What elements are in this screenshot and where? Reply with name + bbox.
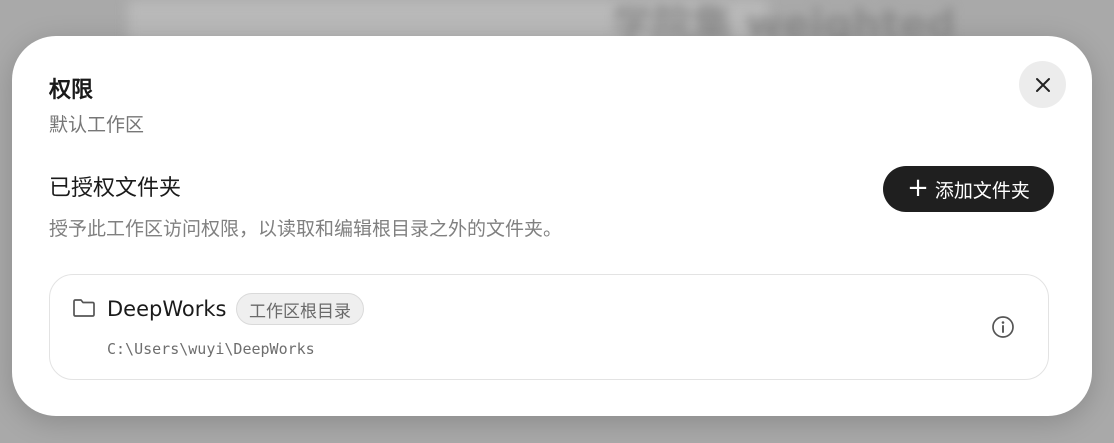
folder-icon (73, 299, 95, 317)
plus-icon: + (907, 172, 929, 203)
dialog-subtitle: 默认工作区 (49, 114, 145, 136)
add-folder-label: 添加文件夹 (934, 179, 1030, 202)
dialog-title: 权限 (49, 78, 94, 103)
folder-name: DeepWorks (107, 297, 227, 321)
close-icon (1035, 77, 1050, 92)
close-button[interactable] (1019, 61, 1066, 108)
info-icon[interactable] (991, 315, 1015, 339)
workspace-root-badge: 工作区根目录 (236, 293, 364, 325)
permissions-dialog: 权限 默认工作区 已授权文件夹 授予此工作区访问权限，以读取和编辑根目录之外的文… (12, 36, 1092, 416)
folder-list-item: DeepWorks 工作区根目录 C:\Users\wuyi\DeepWorks (49, 274, 1049, 380)
folder-path: C:\Users\wuyi\DeepWorks (107, 340, 315, 358)
section-description: 授予此工作区访问权限，以读取和编辑根目录之外的文件夹。 (49, 218, 563, 240)
add-folder-button[interactable]: + 添加文件夹 (883, 166, 1054, 212)
section-title: 已授权文件夹 (49, 176, 182, 201)
